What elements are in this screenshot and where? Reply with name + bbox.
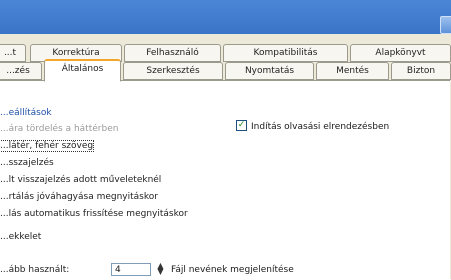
title-bar-button[interactable]	[440, 16, 451, 34]
option-confirm-conversion[interactable]: ...rtálás jóváhagyása megnyitáskor	[0, 190, 158, 204]
recent-files-count-input[interactable]: 4	[111, 263, 151, 276]
window-title-bar	[0, 0, 451, 34]
option-feedback-animation[interactable]: ...lt visszajelzés adott műveleteknél	[0, 173, 161, 187]
option-blue-background-label: ...látér, fehér szöveg	[0, 140, 95, 152]
tab-mentes[interactable]: Mentés	[316, 62, 389, 80]
tab-kompatibilitas[interactable]: Kompatibilitás	[223, 44, 348, 62]
tab-szerkesztes[interactable]: Szerkesztés	[123, 62, 223, 80]
tab-partial-front[interactable]: ...zés	[0, 62, 42, 80]
tab-nyomtatas[interactable]: Nyomtatás	[225, 62, 314, 80]
option-feedback-sound[interactable]: ...sszajelzés	[0, 156, 54, 170]
option-startup-reading-layout[interactable]: ✓ Indítás olvasási elrendezésben	[236, 120, 389, 134]
option-blue-background[interactable]: ...látér, fehér szöveg	[0, 139, 95, 153]
option-web-features[interactable]: ...ekkelet	[0, 230, 41, 244]
tab-alapkonyvtar[interactable]: Alapkönyvt	[350, 44, 451, 62]
tab-altalanos[interactable]: Általános	[44, 59, 121, 82]
recent-files-label: ...ább használt:	[0, 265, 70, 275]
spinner-arrows-icon[interactable]: ▲ ▼	[156, 262, 165, 276]
option-startup-reading-layout-label: Indítás olvasási elrendezésben	[251, 122, 390, 132]
tab-felhasznalo[interactable]: Felhasználó	[124, 44, 221, 62]
group-title: ...eállítások	[0, 108, 52, 118]
checkmark-icon[interactable]: ✓	[236, 120, 247, 131]
option-background-repagination[interactable]: ...ára tördelés a háttérben	[0, 122, 118, 136]
recent-files-filename-label: Fájl nevének megjelenítése	[171, 265, 294, 275]
tab-biztonsag[interactable]: Bizton	[391, 62, 451, 80]
option-auto-update-links[interactable]: ...lás automatikus frissítése megnyitásk…	[0, 207, 188, 221]
tab-partial-left[interactable]: ...t	[0, 44, 26, 62]
